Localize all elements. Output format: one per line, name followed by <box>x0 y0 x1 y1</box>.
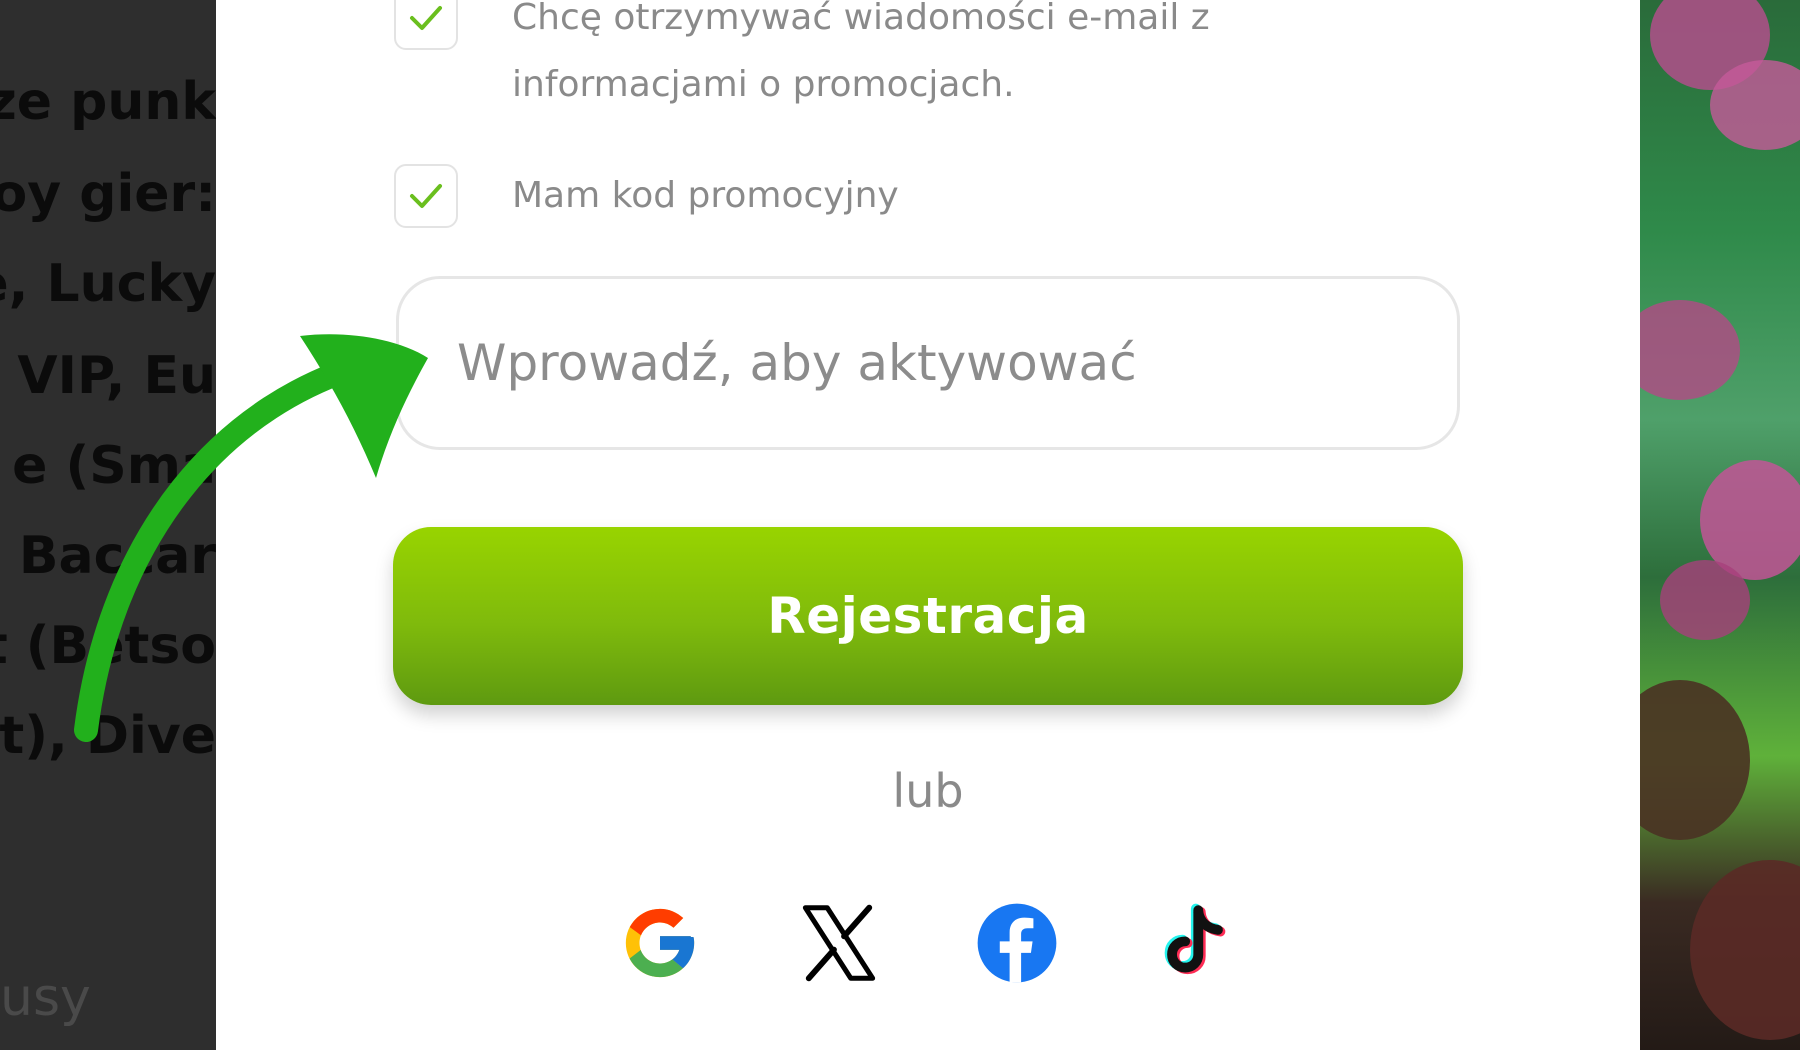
checkmark-icon <box>410 6 442 30</box>
google-icon <box>625 908 695 978</box>
registration-modal: Chcę otrzymywać wiadomości e-mail z info… <box>216 0 1640 1050</box>
promo-code-input[interactable] <box>396 276 1460 450</box>
google-login-button[interactable] <box>615 898 705 988</box>
background-text-line: ze punk <box>0 72 216 132</box>
background-text-line: nt), Dive <box>0 706 216 766</box>
background-text-line: e, Lucky <box>0 254 216 314</box>
x-icon <box>802 904 876 982</box>
background-text-line: e (Sma <box>12 436 216 496</box>
email-consent-label-line1: Chcę otrzymywać wiadomości e-mail z <box>512 0 1210 38</box>
background-text-line: oy gier: <box>0 164 216 224</box>
background-text-fragment: usy <box>0 968 91 1028</box>
background-page-text: ze punk oy gier: e, Lucky e VIP, Eu e (S… <box>0 0 216 1050</box>
tiktok-icon <box>1164 903 1226 975</box>
facebook-icon <box>977 903 1057 983</box>
email-consent-label-line2: informacjami o promocjach. <box>512 64 1015 105</box>
promo-code-checkbox[interactable] <box>394 164 458 228</box>
email-consent-checkbox[interactable] <box>394 0 458 50</box>
background-game-art <box>1640 0 1800 1050</box>
background-text-line: Baccar <box>18 526 216 586</box>
checkmark-icon <box>410 184 442 208</box>
tiktok-login-button[interactable] <box>1150 898 1240 988</box>
or-divider-text: lub <box>892 764 964 818</box>
promo-code-checkbox-label: Mam kod promocyjny <box>512 175 899 216</box>
background-text-line: e VIP, Eu <box>0 346 216 406</box>
x-login-button[interactable] <box>794 898 884 988</box>
facebook-login-button[interactable] <box>972 898 1062 988</box>
background-text-line: t (Betso <box>0 616 216 676</box>
register-button[interactable]: Rejestracja <box>393 527 1463 705</box>
